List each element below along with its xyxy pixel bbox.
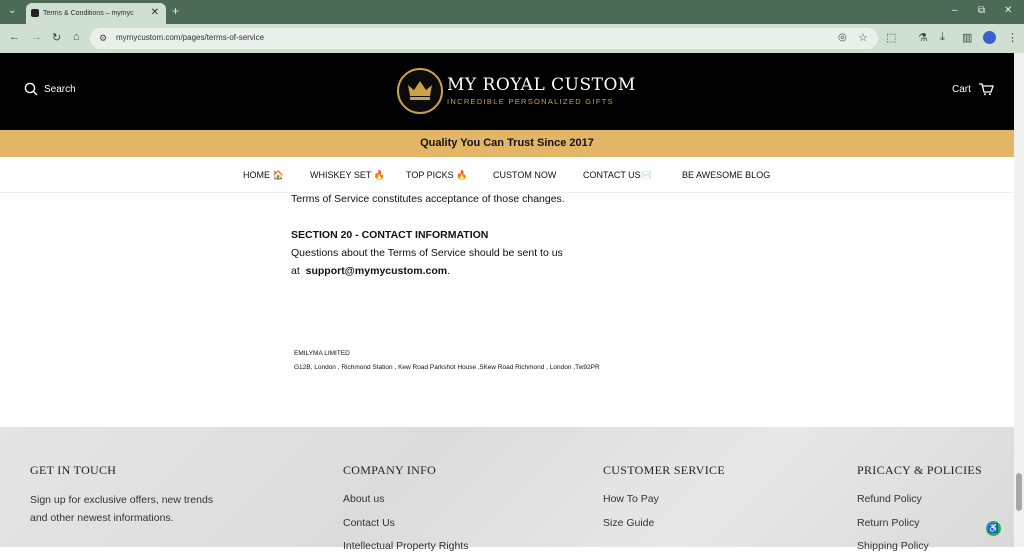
- site-favicon-icon: [31, 9, 39, 17]
- footer-signup-text: Sign up for exclusive offers, new trends…: [30, 494, 214, 524]
- minimize-button[interactable]: –: [952, 5, 958, 16]
- bookmark-star-icon[interactable]: ☆: [858, 31, 868, 44]
- nav-item-top-picks[interactable]: TOP PICKS 🔥: [406, 170, 467, 181]
- site-header: Search MY ROYAL CUSTOM INCREDIBLE PERSON…: [0, 53, 1014, 130]
- footer-privacy-title: PRICACY & POLICIES: [857, 463, 982, 477]
- nav-item-blog[interactable]: BE AWESOME BLOG: [682, 170, 770, 180]
- footer-link-refund-policy[interactable]: Refund Policy: [857, 493, 922, 505]
- cart-button[interactable]: Cart: [952, 82, 994, 96]
- fire-emoji-icon: 🔥: [456, 170, 468, 180]
- footer-link-size-guide[interactable]: Size Guide: [603, 517, 654, 529]
- nav-item-contact-us[interactable]: CONTACT US✉️: [583, 170, 652, 181]
- scrollbar-thumb[interactable]: [1016, 473, 1022, 511]
- forward-icon[interactable]: →: [31, 31, 42, 43]
- site-info-icon[interactable]: ⚙: [99, 33, 107, 44]
- new-tab-button[interactable]: +: [172, 4, 179, 18]
- footer-link-contact-us[interactable]: Contact Us: [343, 517, 395, 529]
- footer-link-about-us[interactable]: About us: [343, 493, 384, 505]
- site-footer: GET IN TOUCH Sign up for exclusive offer…: [0, 427, 1014, 552]
- tab-list-button[interactable]: ⌄: [8, 5, 16, 16]
- accessibility-widget-icon[interactable]: ♿: [986, 521, 1001, 536]
- reload-icon[interactable]: ↻: [52, 31, 61, 44]
- home-emoji-icon: 🏠: [272, 170, 284, 180]
- address-bar: ← → ↻ ⌂ ⚙ mymycustom.com/pages/terms-of-…: [0, 24, 1024, 53]
- tab-close-icon[interactable]: ✕: [151, 7, 159, 18]
- browser-tab-bar: ⌄ Terms & Conditions – mymyc ✕ + – ⧉ ✕: [0, 0, 1024, 24]
- nav-item-custom-now[interactable]: CUSTOM NOW: [493, 170, 556, 180]
- close-window-button[interactable]: ✕: [1004, 5, 1012, 16]
- cart-icon: [978, 83, 994, 96]
- footer-get-in-touch-title: GET IN TOUCH: [30, 463, 117, 477]
- profile-avatar[interactable]: [983, 31, 996, 44]
- extensions-icon[interactable]: ⬚: [886, 31, 896, 44]
- page-scrollbar[interactable]: [1014, 53, 1024, 547]
- logo-crown-icon[interactable]: [397, 68, 443, 114]
- footer-link-ip-rights[interactable]: Intellectual Property Rights: [343, 540, 468, 552]
- search-icon: [24, 82, 38, 96]
- search-button[interactable]: Search: [24, 82, 76, 96]
- browser-tab[interactable]: Terms & Conditions – mymyc ✕: [26, 3, 166, 24]
- footer-company-info-title: COMPANY INFO: [343, 463, 437, 477]
- download-icon[interactable]: ⤓: [940, 31, 945, 44]
- company-name: EMILYMA LIMITED: [294, 350, 350, 357]
- tab-title: Terms & Conditions – mymyc: [43, 10, 134, 17]
- footer-link-return-policy[interactable]: Return Policy: [857, 517, 919, 529]
- company-address: G12B, London , Richmond Station , Kew Ro…: [294, 364, 600, 371]
- nav-item-whiskey-set[interactable]: WHISKEY SET 🔥: [310, 170, 385, 181]
- tracking-protection-icon[interactable]: ◎: [838, 32, 847, 43]
- main-nav: HOME 🏠 WHISKEY SET 🔥 TOP PICKS 🔥 CUSTOM …: [0, 157, 1014, 193]
- side-panel-icon[interactable]: ▥: [962, 31, 972, 44]
- omnibox[interactable]: ⚙ mymycustom.com/pages/terms-of-service …: [90, 28, 878, 49]
- contact-email-line: at support@mymycustom.com.: [291, 265, 451, 277]
- footer-link-how-to-pay[interactable]: How To Pay: [603, 493, 659, 505]
- terms-prev-line: Terms of Service constitutes acceptance …: [291, 193, 565, 205]
- browser-menu-icon[interactable]: ⋮: [1007, 31, 1018, 44]
- promo-banner: Quality You Can Trust Since 2017: [0, 130, 1014, 157]
- nav-item-home[interactable]: HOME 🏠: [243, 170, 284, 181]
- back-icon[interactable]: ←: [9, 31, 20, 43]
- footer-customer-service-title: CUSTOMER SERVICE: [603, 463, 725, 477]
- labs-icon[interactable]: ⚗: [918, 31, 928, 44]
- home-icon[interactable]: ⌂: [73, 31, 80, 43]
- search-label: Search: [44, 83, 76, 95]
- fire-emoji-icon: 🔥: [373, 170, 385, 180]
- url-text[interactable]: mymycustom.com/pages/terms-of-service: [116, 33, 264, 42]
- restore-button[interactable]: ⧉: [978, 5, 985, 16]
- logo-subtitle: INCREDIBLE PERSONALIZED GIFTS: [447, 97, 614, 106]
- logo-title[interactable]: MY ROYAL CUSTOM: [447, 75, 636, 95]
- cart-label: Cart: [952, 83, 971, 95]
- footer-link-shipping-policy[interactable]: Shipping Policy: [857, 540, 929, 552]
- envelope-emoji-icon: ✉️: [640, 170, 652, 180]
- section-20-title: SECTION 20 - CONTACT INFORMATION: [291, 229, 489, 241]
- support-email-link[interactable]: support@mymycustom.com: [306, 265, 448, 277]
- contact-line: Questions about the Terms of Service sho…: [291, 247, 563, 259]
